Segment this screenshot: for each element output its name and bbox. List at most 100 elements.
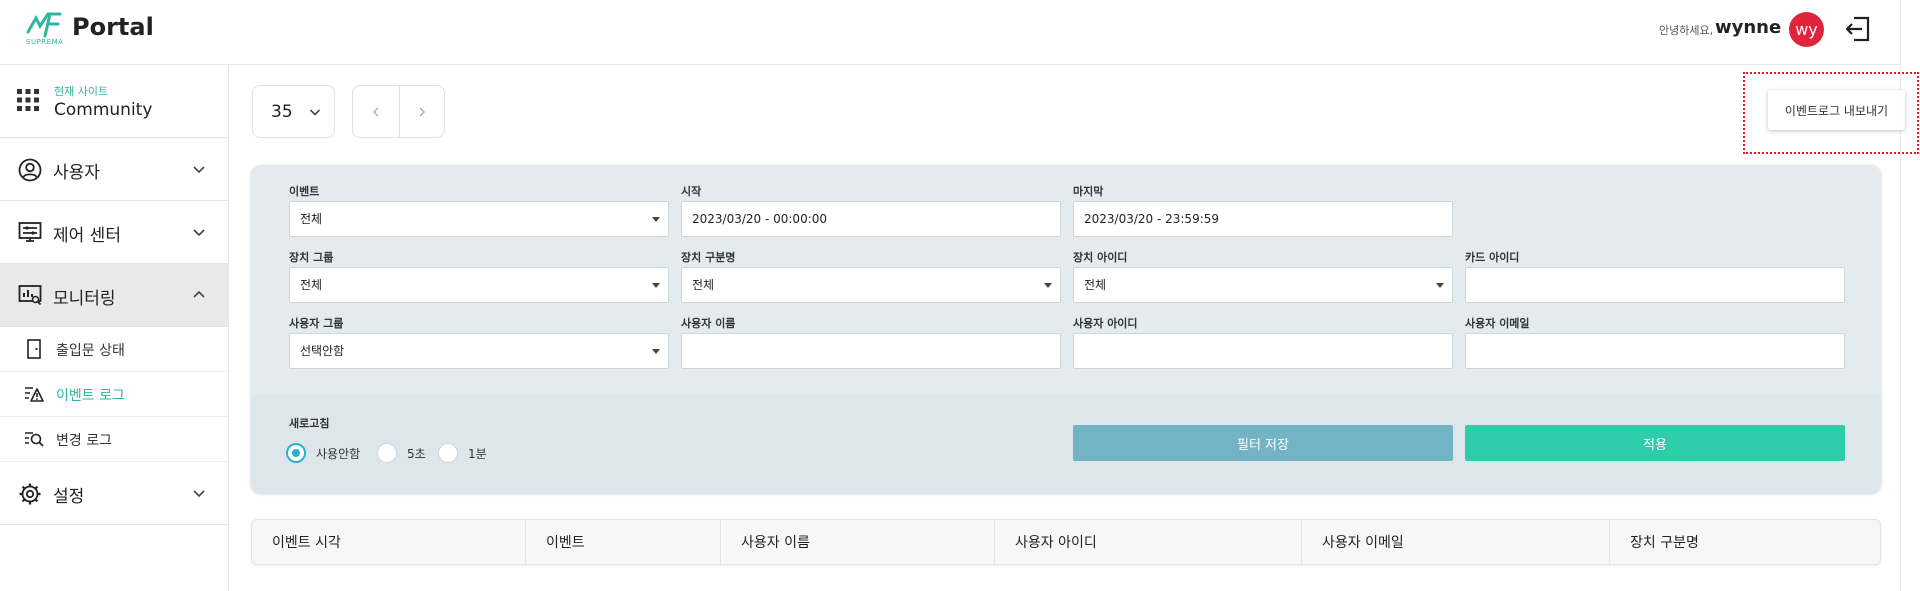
device-group-label: 장치 그룹	[289, 251, 334, 264]
settings-icon	[19, 483, 41, 505]
event-select[interactable]: 전체	[289, 201, 669, 237]
sidebar-subitem-label: 이벤트 로그	[56, 388, 125, 404]
chevron-down-icon	[193, 229, 205, 237]
grid-icon	[17, 89, 39, 111]
current-site[interactable]: 현재 사이트 Community	[0, 65, 228, 138]
sidebar-subitem-door-status[interactable]: 출입문 상태	[0, 327, 228, 372]
card-id-input[interactable]	[1465, 267, 1845, 303]
page-size-value: 35	[271, 102, 293, 122]
monitoring-icon	[18, 285, 42, 306]
column-header[interactable]: 사용자 이메일	[1302, 520, 1610, 564]
radio-selected-icon	[286, 443, 306, 463]
logo-title: Portal	[72, 13, 154, 41]
user-email-label: 사용자 이메일	[1465, 317, 1530, 330]
change-log-icon	[25, 432, 44, 447]
device-type-select[interactable]: 전체	[681, 267, 1061, 303]
sidebar-item-label: 모니터링	[53, 289, 116, 309]
user-id-input[interactable]	[1073, 333, 1453, 369]
radio-label: 5초	[407, 446, 426, 461]
sidebar-item-label: 설정	[53, 487, 85, 507]
next-page-button[interactable]	[398, 86, 445, 137]
logo-subtext: SUPREMA	[26, 38, 64, 46]
sidebar-item-users[interactable]: 사용자	[0, 138, 228, 201]
column-header[interactable]: 이벤트 시각	[252, 520, 526, 564]
device-group-select[interactable]: 전체	[289, 267, 669, 303]
refresh-option-off[interactable]: 사용안함	[286, 443, 360, 463]
avatar-initials: wy	[1795, 20, 1818, 39]
caret-down-icon	[652, 283, 660, 288]
user-email-input[interactable]	[1465, 333, 1845, 369]
radio-icon	[377, 443, 397, 463]
sidebar-subitem-label: 출입문 상태	[56, 343, 125, 359]
chevron-left-icon	[372, 107, 379, 116]
caret-down-icon	[652, 349, 660, 354]
apply-button[interactable]: 적용	[1465, 425, 1845, 461]
sidebar-subitem-label: 변경 로그	[56, 433, 112, 449]
refresh-option-1m[interactable]: 1분	[438, 443, 487, 463]
site-name: Community	[54, 100, 153, 120]
end-value: 2023/03/20 - 23:59:59	[1084, 212, 1220, 226]
caret-down-icon	[1436, 283, 1444, 288]
device-type-label: 장치 구분명	[681, 251, 736, 264]
sidebar-subitem-change-log[interactable]: 변경 로그	[0, 417, 228, 462]
radio-label: 사용안함	[316, 446, 361, 461]
end-label: 마지막	[1073, 185, 1104, 198]
logo-mark-icon: SUPREMA	[26, 12, 66, 46]
column-header[interactable]: 장치 구분명	[1610, 520, 1880, 564]
control-center-icon	[18, 222, 42, 242]
sidebar-item-label: 제어 센터	[53, 226, 121, 246]
event-label: 이벤트	[289, 185, 320, 198]
top-header: SUPREMA Portal 안녕하세요, wynne wy	[0, 0, 1900, 65]
filter-panel: 이벤트 전체 시작 2023/03/20 - 00:00:00 마지막 2023…	[251, 165, 1881, 493]
caret-down-icon	[652, 217, 660, 222]
device-id-label: 장치 아이디	[1073, 251, 1128, 264]
chevron-down-icon	[193, 166, 205, 174]
start-label: 시작	[681, 185, 702, 198]
sidebar-item-settings[interactable]: 설정	[0, 462, 228, 525]
sidebar-item-control-center[interactable]: 제어 센터	[0, 201, 228, 264]
user-group-value: 선택안함	[300, 344, 345, 358]
caret-down-icon	[1044, 283, 1052, 288]
export-event-log-button[interactable]: 이벤트로그 내보내기	[1768, 90, 1905, 130]
event-log-icon	[25, 387, 44, 402]
sidebar: 현재 사이트 Community 사용자 제어 센터 모니터링 출입문 상태 이…	[0, 65, 229, 591]
device-id-select[interactable]: 전체	[1073, 267, 1453, 303]
card-id-label: 카드 아이디	[1465, 251, 1520, 264]
logout-icon[interactable]	[1843, 14, 1873, 44]
pagination	[352, 85, 445, 138]
column-header[interactable]: 이벤트	[526, 520, 721, 564]
user-group-select[interactable]: 선택안함	[289, 333, 669, 369]
chevron-right-icon	[419, 107, 425, 116]
chevron-down-icon	[193, 490, 205, 498]
greeting-text: 안녕하세요,	[1659, 24, 1714, 37]
event-log-table-header: 이벤트 시각 이벤트 사용자 이름 사용자 아이디 사용자 이메일 장치 구분명	[251, 519, 1881, 565]
column-header[interactable]: 사용자 이름	[721, 520, 995, 564]
page-size-select[interactable]: 35	[252, 85, 335, 138]
sidebar-item-monitoring[interactable]: 모니터링	[0, 264, 228, 327]
radio-icon	[438, 443, 458, 463]
start-datetime-field[interactable]: 2023/03/20 - 00:00:00	[681, 201, 1061, 237]
username: wynne	[1715, 17, 1782, 38]
user-name-input[interactable]	[681, 333, 1061, 369]
user-id-label: 사용자 아이디	[1073, 317, 1138, 330]
user-group-label: 사용자 그룹	[289, 317, 344, 330]
sidebar-item-label: 사용자	[53, 163, 100, 183]
user-icon	[18, 158, 42, 182]
logo[interactable]: SUPREMA Portal	[26, 12, 154, 46]
sidebar-subitem-event-log[interactable]: 이벤트 로그	[0, 372, 228, 417]
save-filter-button[interactable]: 필터 저장	[1073, 425, 1453, 461]
end-datetime-field[interactable]: 2023/03/20 - 23:59:59	[1073, 201, 1453, 237]
prev-page-button[interactable]	[353, 86, 399, 137]
chevron-down-icon	[309, 109, 321, 116]
start-value: 2023/03/20 - 00:00:00	[692, 212, 828, 226]
refresh-option-5s[interactable]: 5초	[377, 443, 426, 463]
avatar[interactable]: wy	[1789, 12, 1824, 47]
user-name-label: 사용자 이름	[681, 317, 736, 330]
device-type-value: 전체	[692, 278, 715, 292]
refresh-label: 새로고침	[289, 417, 330, 430]
door-icon	[27, 339, 41, 359]
device-id-value: 전체	[1084, 278, 1107, 292]
column-header[interactable]: 사용자 아이디	[995, 520, 1302, 564]
chevron-up-icon	[193, 290, 205, 298]
device-group-value: 전체	[300, 278, 323, 292]
